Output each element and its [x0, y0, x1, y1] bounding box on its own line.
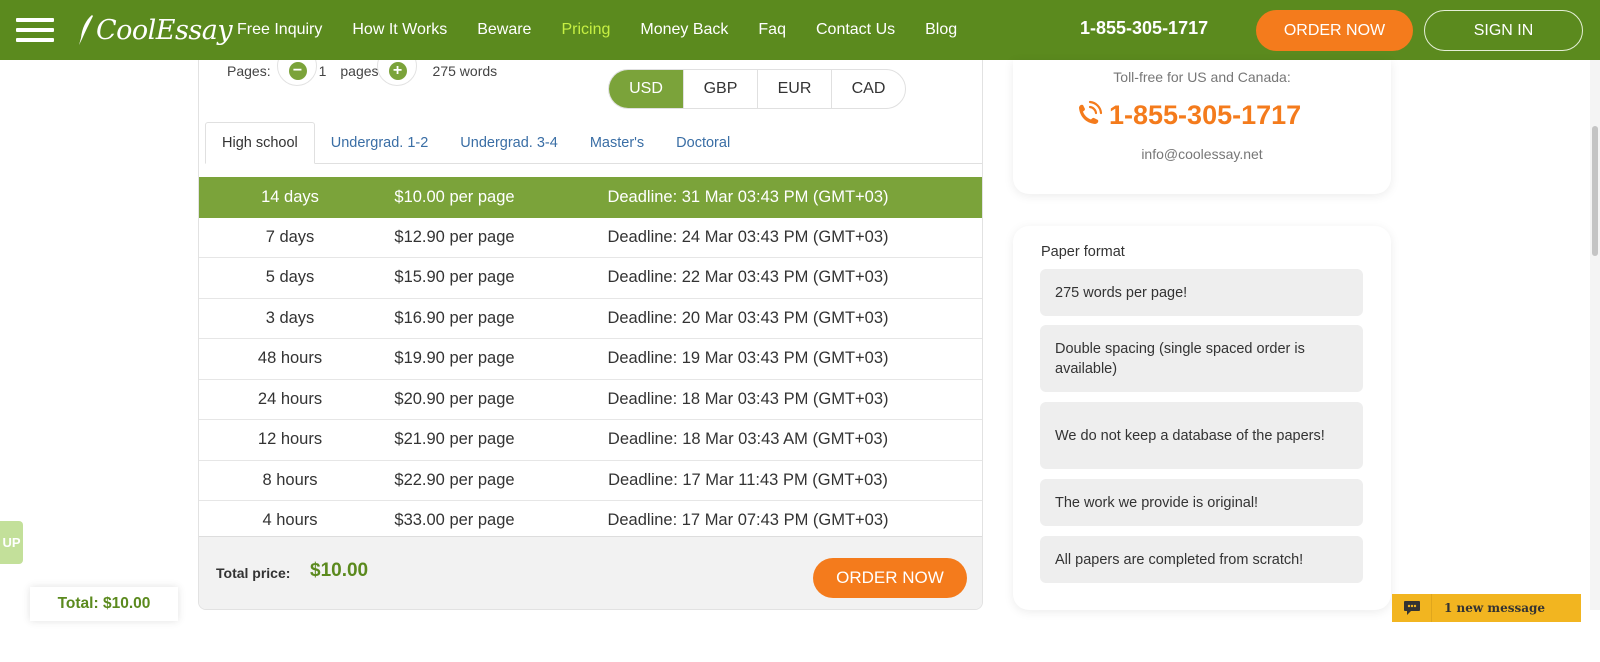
tab-master-s[interactable]: Master's [574, 122, 660, 164]
contact-phone[interactable]: 1-855-305-1717 [1071, 98, 1301, 132]
row-deadline: Deadline: 31 Mar 03:43 PM (GMT+03) [607, 187, 889, 206]
paper-format-card: Paper format 275 words per page! Double … [1013, 226, 1391, 610]
row-duration: 14 days [261, 187, 319, 206]
tab-undergrad-1-2[interactable]: Undergrad. 1-2 [315, 122, 445, 164]
row-duration: 5 days [265, 268, 315, 287]
row-duration: 7 days [265, 227, 315, 246]
row-duration: 48 hours [257, 349, 323, 368]
nav-how-it-works[interactable]: How It Works [352, 21, 447, 39]
row-deadline: Deadline: 18 Mar 03:43 PM (GMT+03) [607, 389, 889, 408]
row-duration: 4 hours [262, 511, 318, 530]
format-item: The work we provide is original! [1040, 479, 1363, 526]
pages-stepper: Pages: − 1 pages + 275 words [227, 60, 498, 86]
nav-faq[interactable]: Faq [758, 21, 786, 39]
nav-contact-us[interactable]: Contact Us [816, 21, 895, 39]
chat-widget[interactable]: 1 new message [1392, 594, 1581, 622]
nav-pricing[interactable]: Pricing [561, 21, 610, 39]
row-deadline: Deadline: 18 Mar 03:43 AM (GMT+03) [607, 430, 889, 449]
row-price: $20.90 per page [394, 389, 515, 408]
table-row[interactable]: 12 hours $21.90 per page Deadline: 18 Mar … [199, 420, 982, 461]
chat-label: 1 new message [1444, 601, 1546, 615]
table-row[interactable]: 48 hours $19.90 per page Deadline: 19 Mar … [199, 339, 982, 380]
contact-email[interactable]: info@coolessay.net [1013, 146, 1391, 162]
row-price: $33.00 per page [394, 511, 515, 530]
paper-format-title: Paper format [1041, 244, 1125, 260]
row-duration: 12 hours [257, 430, 323, 449]
row-price: $12.90 per page [394, 227, 515, 246]
currency-eur[interactable]: EUR [757, 70, 831, 108]
scroll-up-button[interactable]: UP [0, 521, 23, 564]
header-phone[interactable]: 1-855-305-1717 [1080, 18, 1208, 39]
row-deadline: Deadline: 24 Mar 03:43 PM (GMT+03) [607, 227, 889, 246]
row-deadline: Deadline: 22 Mar 03:43 PM (GMT+03) [607, 268, 889, 287]
minus-icon[interactable]: − [288, 62, 307, 80]
quill-icon [79, 15, 93, 45]
table-row[interactable]: 8 hours $22.90 per page Deadline: 17 Mar 1… [199, 461, 982, 501]
nav-money-back[interactable]: Money Back [640, 21, 728, 39]
pages-label: Pages: [227, 63, 271, 79]
table-row[interactable]: 3 days $16.90 per page Deadline: 20 Mar 03… [199, 299, 982, 339]
order-now-button-calculator[interactable]: ORDER NOW [813, 558, 967, 598]
row-price: $15.90 per page [394, 268, 515, 287]
row-price: $22.90 per page [394, 470, 515, 489]
price-calculator: Pages: − 1 pages + 275 words USD GBP EUR CA… [198, 60, 983, 610]
format-item: All papers are completed from scratch! [1040, 536, 1363, 583]
nav-blog[interactable]: Blog [925, 21, 957, 39]
row-deadline: Deadline: 20 Mar 03:43 PM (GMT+03) [607, 308, 889, 327]
site-logo[interactable]: CoolEssay [76, 10, 233, 50]
order-now-button[interactable]: ORDER NOW [1256, 10, 1413, 51]
currency-switcher: USD GBP EUR CAD [608, 69, 906, 109]
site-header: CoolEssay Free Inquiry How It Works Beware… [0, 0, 1600, 60]
row-price: $16.90 per page [394, 308, 515, 327]
words-count: 275 words [432, 63, 498, 79]
currency-gbp[interactable]: GBP [683, 70, 757, 108]
sticky-total[interactable]: Total: $10.00 [30, 587, 178, 621]
row-price: $19.90 per page [394, 349, 515, 368]
total-price-value: $10.00 [310, 560, 369, 581]
academic-level-tabs: High school Undergrad. 1-2 Undergrad. 3-4 M… [205, 122, 982, 164]
total-bar: Total price: $10.00 ORDER NOW [199, 536, 982, 609]
table-row[interactable]: 7 days $12.90 per page Deadline: 24 Mar 03… [199, 218, 982, 258]
main-nav: Free Inquiry How It Works Beware Pricing Mon… [222, 0, 972, 60]
scrollbar-thumb[interactable] [1592, 126, 1598, 256]
table-row[interactable]: 24 hours $20.90 per page Deadline: 18 Mar … [199, 380, 982, 420]
currency-usd[interactable]: USD [609, 70, 683, 108]
toll-free-label: Toll-free for US and Canada: [1113, 69, 1291, 85]
tab-undergrad-3-4[interactable]: Undergrad. 3-4 [444, 122, 574, 164]
logo-text: CoolEssay [96, 14, 233, 46]
sign-in-button[interactable]: SIGN IN [1424, 10, 1583, 51]
tab-high-school[interactable]: High school [205, 122, 315, 164]
pages-unit: pages [340, 63, 379, 79]
menu-icon[interactable] [16, 18, 54, 42]
row-deadline: Deadline: 19 Mar 03:43 PM (GMT+03) [607, 349, 889, 368]
table-row[interactable]: 5 days $15.90 per page Deadline: 22 Mar 03… [199, 258, 982, 299]
row-duration: 24 hours [257, 389, 323, 408]
format-item: Double spacing (single spaced order is a… [1040, 325, 1363, 392]
deadline-table: 14 days $10.00 per page Deadline: 31 Mar 0… [199, 177, 982, 542]
row-deadline: Deadline: 17 Mar 07:43 PM (GMT+03) [607, 511, 889, 530]
page-scrollbar[interactable] [1590, 60, 1600, 610]
total-price-label: Total price: [216, 565, 291, 581]
nav-free-inquiry[interactable]: Free Inquiry [237, 21, 322, 39]
table-row[interactable]: 14 days $10.00 per page Deadline: 31 Mar 0… [199, 177, 982, 218]
row-duration: 8 hours [262, 470, 318, 489]
row-price: $21.90 per page [394, 430, 515, 449]
currency-cad[interactable]: CAD [831, 70, 905, 108]
tab-doctoral[interactable]: Doctoral [660, 122, 746, 164]
phone-ringing-icon [1079, 100, 1103, 124]
row-duration: 3 days [265, 308, 315, 327]
format-item: We do not keep a database of the papers! [1040, 402, 1363, 469]
plus-icon[interactable]: + [388, 62, 407, 80]
chat-bubble-icon [1392, 594, 1432, 622]
nav-beware[interactable]: Beware [477, 21, 531, 39]
row-deadline: Deadline: 17 Mar 11:43 PM (GMT+03) [608, 470, 888, 489]
row-price: $10.00 per page [394, 187, 515, 206]
format-item: 275 words per page! [1040, 269, 1363, 316]
contact-phone-text: 1-855-305-1717 [1109, 99, 1302, 130]
contact-card: Toll-free for US and Canada: 1-855-305-1… [1013, 60, 1391, 194]
